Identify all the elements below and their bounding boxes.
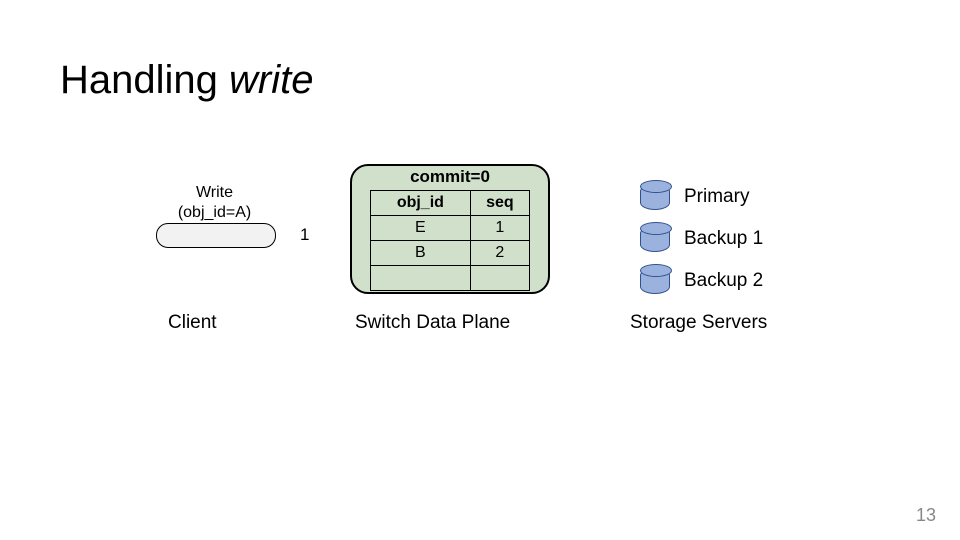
commit-text: commit=0 [350, 167, 550, 187]
cell-seq [470, 266, 529, 291]
packet-number: 1 [300, 225, 309, 245]
database-icon [640, 226, 670, 252]
page-number: 13 [916, 505, 936, 526]
switch-label: Switch Data Plane [355, 312, 510, 334]
cell-seq: 2 [470, 241, 529, 266]
server-backup2: Backup 2 [640, 268, 763, 294]
packet-shape [156, 223, 276, 248]
database-icon [640, 184, 670, 210]
server-label: Backup 2 [684, 270, 763, 292]
table-row: E 1 [371, 216, 530, 241]
col-seq: seq [470, 191, 529, 216]
client-label: Client [168, 312, 217, 334]
slide-title: Handling write [60, 58, 313, 103]
table-row: B 2 [371, 241, 530, 266]
col-obj-id: obj_id [371, 191, 471, 216]
write-line1: Write [157, 183, 272, 203]
title-italic: write [229, 58, 313, 102]
cell-seq: 1 [470, 216, 529, 241]
title-prefix: Handling [60, 58, 229, 102]
storage-label: Storage Servers [630, 312, 767, 334]
write-line2: (obj_id=A) [157, 203, 272, 223]
server-label: Primary [684, 186, 749, 208]
server-primary: Primary [640, 184, 749, 210]
switch-table: obj_id seq E 1 B 2 [370, 190, 530, 291]
slide: Handling write Write (obj_id=A) 1 Client… [0, 0, 960, 540]
table-header-row: obj_id seq [371, 191, 530, 216]
server-label: Backup 1 [684, 228, 763, 250]
table-row [371, 266, 530, 291]
cell-obj-id: B [371, 241, 471, 266]
write-request-label: Write (obj_id=A) [157, 183, 272, 223]
database-icon [640, 268, 670, 294]
cell-obj-id [371, 266, 471, 291]
cell-obj-id: E [371, 216, 471, 241]
server-backup1: Backup 1 [640, 226, 763, 252]
